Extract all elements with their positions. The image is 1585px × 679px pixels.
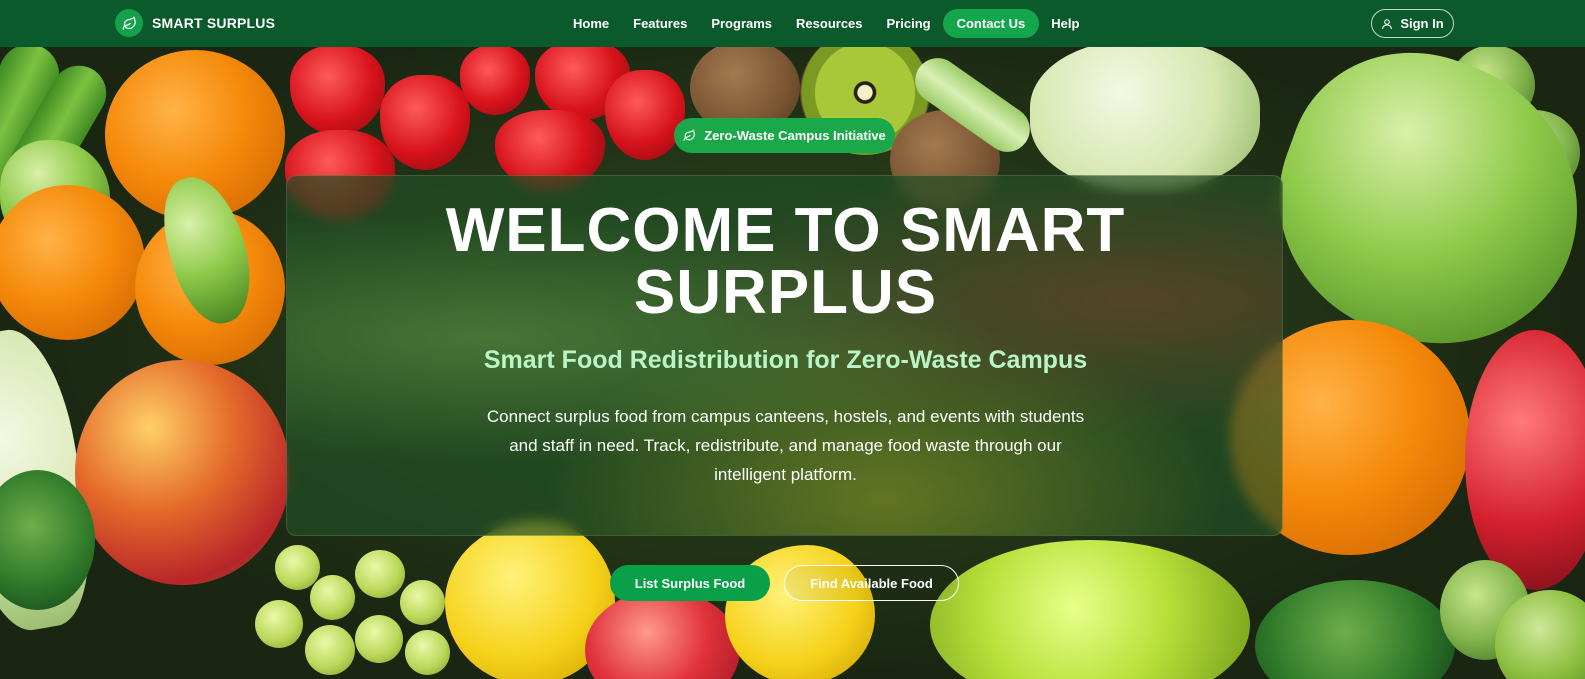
main-menu: Home Features Programs Resources Pricing… — [561, 9, 1091, 38]
hero-title-line-2: SURPLUS — [633, 258, 938, 327]
hero-panel: WELCOME TO SMART SURPLUS Smart Food Redi… — [286, 175, 1283, 536]
nav-resources[interactable]: Resources — [784, 9, 874, 38]
list-surplus-food-button[interactable]: List Surplus Food — [610, 565, 770, 601]
hero-description-line-3: intelligent platform. — [714, 465, 857, 484]
sign-in-button[interactable]: Sign In — [1371, 9, 1454, 38]
leaf-icon — [683, 129, 696, 142]
user-icon — [1381, 18, 1393, 30]
nav-home[interactable]: Home — [561, 9, 621, 38]
top-navbar: SMART SURPLUS Home Features Programs Res… — [0, 0, 1585, 47]
hero-title: WELCOME TO SMART SURPLUS — [287, 200, 1284, 324]
brand[interactable]: SMART SURPLUS — [115, 9, 275, 37]
hero-description-line-1: Connect surplus food from campus canteen… — [486, 407, 1085, 426]
find-available-food-button[interactable]: Find Available Food — [784, 565, 959, 601]
hero-description: Connect surplus food from campus canteen… — [447, 402, 1124, 489]
nav-features[interactable]: Features — [621, 9, 699, 38]
nav-contact-us[interactable]: Contact Us — [942, 9, 1040, 38]
badge-label: Zero-Waste Campus Initiative — [704, 128, 886, 143]
hero-title-line-1: WELCOME TO SMART — [445, 196, 1126, 265]
nav-help[interactable]: Help — [1039, 9, 1091, 38]
sign-in-label: Sign In — [1400, 16, 1444, 31]
hero-subtitle: Smart Food Redistribution for Zero-Waste… — [483, 346, 1088, 374]
brand-name: SMART SURPLUS — [152, 15, 276, 31]
initiative-badge: Zero-Waste Campus Initiative — [674, 118, 895, 153]
nav-programs[interactable]: Programs — [699, 9, 784, 38]
leaf-icon — [115, 9, 143, 37]
nav-pricing[interactable]: Pricing — [875, 9, 943, 38]
hero-description-line-2: and staff in need. Track, redistribute, … — [509, 436, 1062, 455]
